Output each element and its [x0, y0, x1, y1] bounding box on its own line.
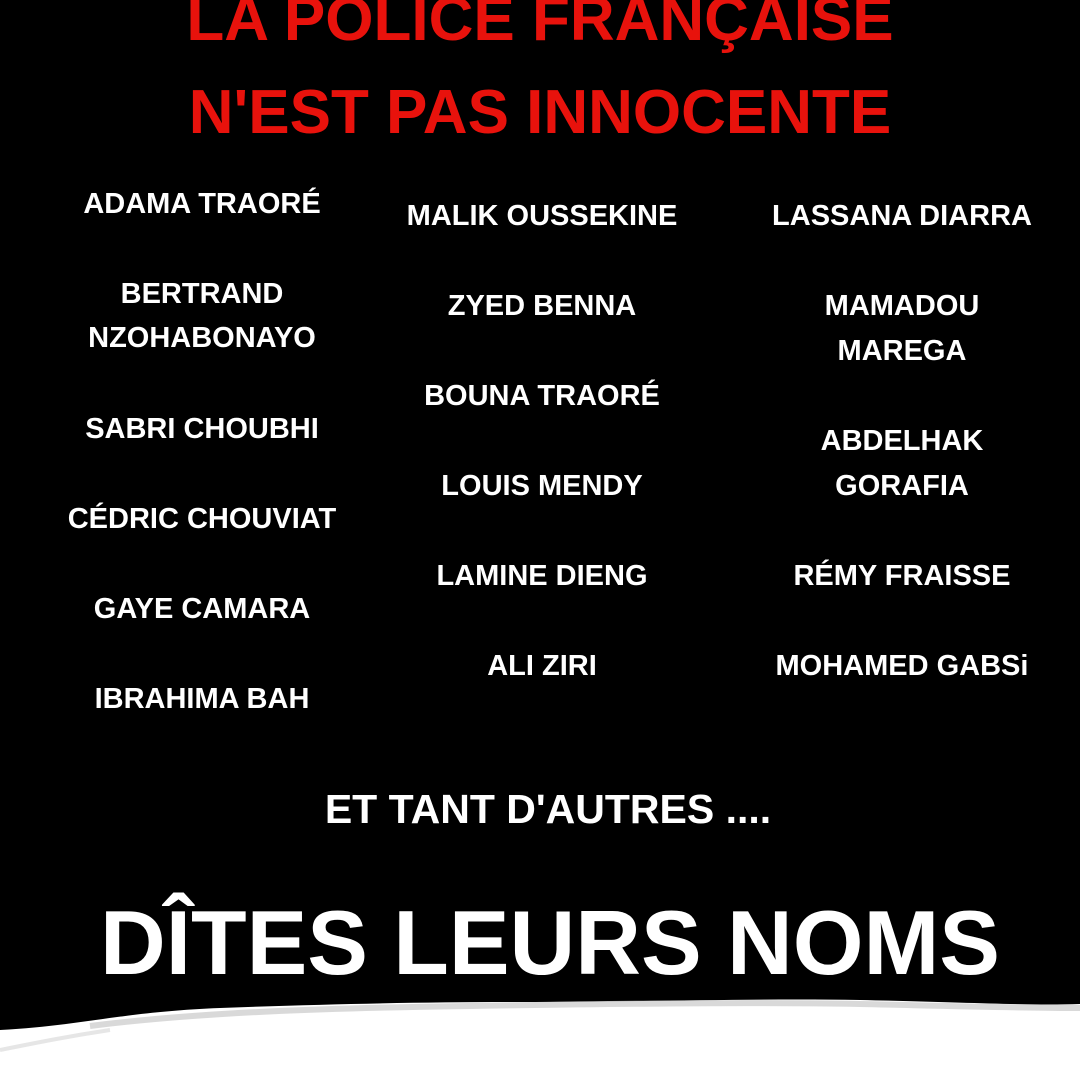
name-line: GORAFIA	[835, 470, 969, 502]
name-line: NZOHABONAYO	[88, 322, 316, 354]
name-line: ABDELHAK	[820, 425, 984, 457]
name-lassana-diarra: LASSANA DIARRA	[772, 200, 1032, 232]
name-line: MAREGA	[837, 335, 967, 367]
name-ali-ziri: ALI ZIRI	[487, 650, 597, 682]
name-ibrahima-bah: IBRAHIMA BAH	[94, 683, 310, 715]
title-line-1: LA POLICE FRANÇAISE	[186, 0, 894, 54]
name-zyed-benna: ZYED BENNA	[447, 290, 637, 322]
name-lamine-dieng: LAMINE DIENG	[436, 560, 648, 592]
say-their-names-slogan: DÎTES LEURS NOMS	[100, 893, 1000, 994]
name-mohamed-gabsi: MOHAMED GABSi	[775, 650, 1029, 682]
name-remy-fraisse: RÉMY FRAISSE	[793, 560, 1011, 592]
name-gaye-camara: GAYE CAMARA	[93, 593, 311, 625]
name-bouna-traore: BOUNA TRAORÉ	[424, 380, 660, 412]
name-line: MAMADOU	[824, 290, 980, 322]
name-sabri-choubhi: SABRI CHOUBHI	[85, 413, 319, 445]
title-line-2: N'EST PAS INNOCENTE	[188, 78, 892, 147]
name-line: BERTRAND	[120, 278, 284, 310]
torn-paper-edge	[0, 999, 1080, 1080]
and-many-others-text: ET TANT D'AUTRES ....	[324, 786, 772, 832]
name-adama-traore: ADAMA TRAORÉ	[83, 188, 321, 220]
name-cedric-chouviat: CÉDRIC CHOUVIAT	[67, 503, 337, 535]
name-malik-oussekine: MALIK OUSSEKINE	[406, 200, 678, 232]
name-louis-mendy: LOUIS MENDY	[441, 470, 643, 502]
